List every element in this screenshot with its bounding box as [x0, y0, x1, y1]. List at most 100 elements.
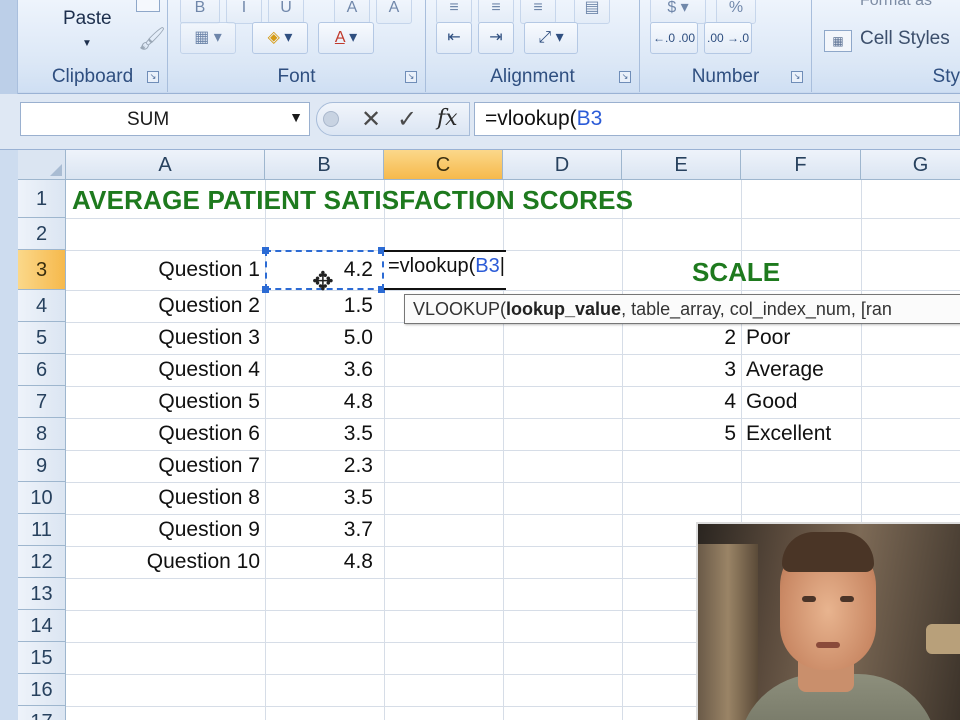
- score-cell[interactable]: 3.5: [265, 418, 373, 450]
- question-label[interactable]: Question 6: [66, 418, 260, 450]
- question-label[interactable]: Question 5: [66, 386, 260, 418]
- sheet-title[interactable]: AVERAGE PATIENT SATISFACTION SCORES: [72, 181, 633, 219]
- insert-function-icon[interactable]: fx: [437, 106, 458, 131]
- paste-button[interactable]: Paste: [63, 8, 112, 30]
- scale-label[interactable]: Excellent: [746, 418, 831, 450]
- column-header-d[interactable]: D: [503, 150, 622, 180]
- row-header-5[interactable]: 5: [18, 322, 66, 354]
- font-grow-button[interactable]: A: [334, 0, 370, 24]
- scale-label[interactable]: Poor: [746, 322, 790, 354]
- column-header-e[interactable]: E: [622, 150, 741, 180]
- score-cell[interactable]: 3.7: [265, 514, 373, 546]
- name-box[interactable]: SUM ▼: [20, 102, 310, 136]
- question-label[interactable]: Question 4: [66, 354, 260, 386]
- scale-number[interactable]: 3: [622, 354, 736, 386]
- row-header-7[interactable]: 7: [18, 386, 66, 418]
- row-header-9[interactable]: 9: [18, 450, 66, 482]
- row-header-4[interactable]: 4: [18, 290, 66, 322]
- row-header-15[interactable]: 15: [18, 642, 66, 674]
- paste-dropdown-icon[interactable]: ▼: [82, 38, 92, 49]
- align-center-button[interactable]: ≡: [478, 0, 514, 24]
- cut-icon[interactable]: [136, 0, 160, 12]
- increase-indent-button[interactable]: ⇥: [478, 22, 514, 54]
- row-header-6[interactable]: 6: [18, 354, 66, 386]
- wrap-text-button[interactable]: ▤: [574, 0, 610, 24]
- increase-decimal-button[interactable]: ←.0 .00: [650, 22, 698, 54]
- number-launcher-icon[interactable]: ↘: [791, 71, 803, 83]
- alignment-launcher-icon[interactable]: ↘: [619, 71, 631, 83]
- column-header-a[interactable]: A: [66, 150, 265, 180]
- row-header-8[interactable]: 8: [18, 418, 66, 450]
- score-cell[interactable]: 4.8: [265, 386, 373, 418]
- scale-number[interactable]: 5: [622, 418, 736, 450]
- scale-number[interactable]: 2: [622, 322, 736, 354]
- score-cell[interactable]: 3.6: [265, 354, 373, 386]
- ribbon: Paste ▼ 🖌 Clipboard ↘ B I U A A ▦ ▾ ◈ ▾ …: [0, 0, 960, 94]
- score-cell[interactable]: 5.0: [265, 322, 373, 354]
- question-label[interactable]: Question 3: [66, 322, 260, 354]
- column-header-g[interactable]: G: [861, 150, 960, 180]
- borders-button[interactable]: ▦ ▾: [180, 22, 236, 54]
- cancel-icon[interactable]: ✕: [361, 105, 381, 134]
- accounting-format-button[interactable]: $ ▾: [650, 0, 706, 24]
- enter-check-icon[interactable]: ✓: [397, 105, 417, 134]
- cell-styles-button[interactable]: Cell Styles: [860, 28, 950, 50]
- clipboard-launcher-icon[interactable]: ↘: [147, 71, 159, 83]
- font-launcher-icon[interactable]: ↘: [405, 71, 417, 83]
- editing-cell-c3[interactable]: =vlookup(B3|: [384, 250, 506, 290]
- scale-number[interactable]: 4: [622, 386, 736, 418]
- row-header-17[interactable]: 17: [18, 706, 66, 720]
- formula-input[interactable]: =vlookup(B3: [474, 102, 960, 136]
- row-header-12[interactable]: 12: [18, 546, 66, 578]
- row-header-1[interactable]: 1: [18, 180, 66, 218]
- format-painter-icon[interactable]: 🖌: [138, 26, 166, 52]
- row-header-10[interactable]: 10: [18, 482, 66, 514]
- decrease-decimal-button[interactable]: .00 →.0: [704, 22, 752, 54]
- name-box-dropdown-icon[interactable]: ▼: [289, 109, 303, 125]
- row-header-11[interactable]: 11: [18, 514, 66, 546]
- question-label[interactable]: Question 2: [66, 290, 260, 322]
- scale-label[interactable]: Average: [746, 354, 824, 386]
- question-label[interactable]: Question 7: [66, 450, 260, 482]
- score-cell[interactable]: 4.8: [265, 546, 373, 578]
- question-label[interactable]: Question 9: [66, 514, 260, 546]
- scale-label[interactable]: Good: [746, 386, 797, 418]
- font-group: B I U A A ▦ ▾ ◈ ▾ A ▾ Font ↘: [168, 0, 426, 92]
- select-all-corner[interactable]: [18, 150, 66, 180]
- tooltip-func: VLOOKUP(: [413, 299, 507, 319]
- score-cell[interactable]: 2.3: [265, 450, 373, 482]
- scale-title[interactable]: SCALE: [692, 253, 780, 291]
- marquee-handle[interactable]: [262, 286, 269, 293]
- row-header-16[interactable]: 16: [18, 674, 66, 706]
- column-header-f[interactable]: F: [741, 150, 861, 180]
- underline-button[interactable]: U: [268, 0, 304, 24]
- column-header-c[interactable]: C: [384, 150, 503, 180]
- ribbon-edge: [0, 0, 18, 94]
- fill-color-button[interactable]: ◈ ▾: [252, 22, 308, 54]
- percent-button[interactable]: %: [716, 0, 756, 24]
- bold-button[interactable]: B: [180, 0, 220, 24]
- question-label[interactable]: Question 8: [66, 482, 260, 514]
- marquee-handle[interactable]: [262, 247, 269, 254]
- row-header-13[interactable]: 13: [18, 578, 66, 610]
- function-tooltip[interactable]: VLOOKUP(lookup_value, table_array, col_i…: [404, 294, 960, 324]
- column-header-b[interactable]: B: [265, 150, 384, 180]
- font-color-button[interactable]: A ▾: [318, 22, 374, 54]
- row-header-3[interactable]: 3: [18, 250, 66, 290]
- orientation-button[interactable]: ⤢ ▾: [524, 22, 578, 54]
- italic-button[interactable]: I: [226, 0, 262, 24]
- score-cell[interactable]: 3.5: [265, 482, 373, 514]
- row-header-14[interactable]: 14: [18, 610, 66, 642]
- format-as-table-button[interactable]: Format as: [860, 0, 932, 10]
- font-shrink-button[interactable]: A: [376, 0, 412, 24]
- resize-handle-icon[interactable]: [323, 111, 339, 127]
- editing-cell-text: =vlookup(B3|: [388, 255, 505, 277]
- question-label[interactable]: Question 10: [66, 546, 260, 578]
- question-label[interactable]: Question 1: [66, 254, 260, 286]
- align-left-button[interactable]: ≡: [436, 0, 472, 24]
- align-right-button[interactable]: ≡: [520, 0, 556, 24]
- row-header-2[interactable]: 2: [18, 218, 66, 250]
- name-box-value: SUM: [127, 109, 170, 130]
- background-lamp: [926, 624, 960, 654]
- decrease-indent-button[interactable]: ⇤: [436, 22, 472, 54]
